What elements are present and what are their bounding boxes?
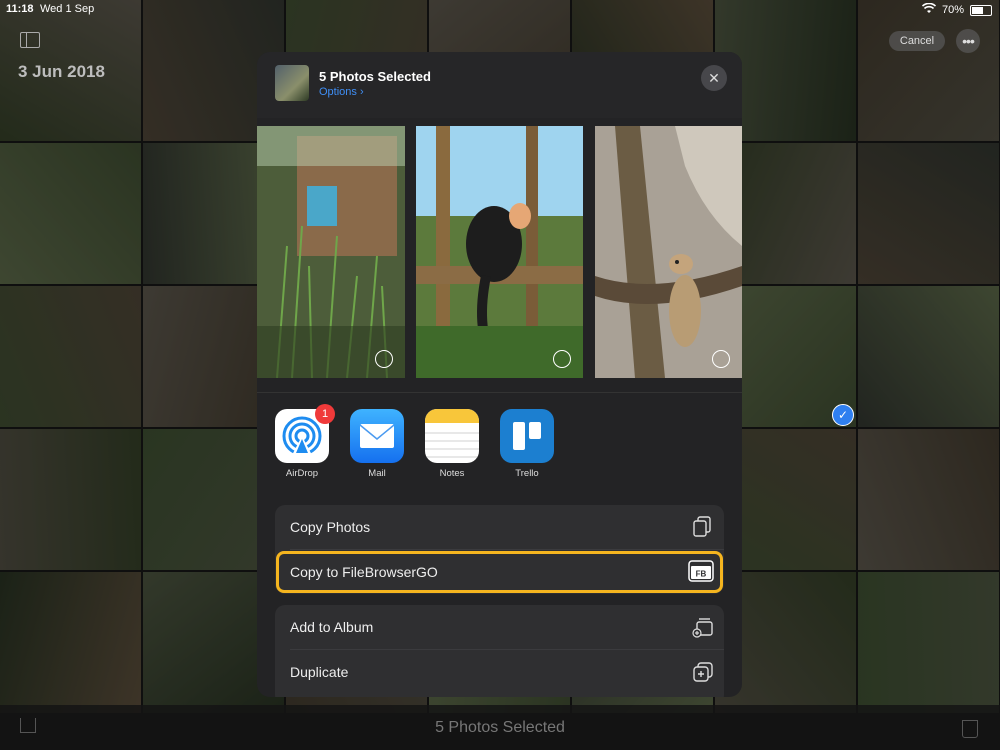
- duplicate-action[interactable]: Duplicate: [275, 650, 724, 694]
- battery-percent: 70%: [941, 4, 964, 16]
- share-apps-row: 1 AirDrop Mail Notes Trello: [257, 392, 742, 493]
- airdrop-badge: 1: [315, 404, 335, 424]
- bottom-toolbar: 5 Photos Selected: [0, 705, 1000, 750]
- svg-text:FB: FB: [696, 570, 707, 579]
- trash-icon[interactable]: [962, 720, 978, 738]
- action-label: Copy Photos: [290, 519, 371, 535]
- close-button[interactable]: ✕: [701, 65, 727, 91]
- photo-select-circle[interactable]: [553, 350, 571, 368]
- sidebar-toggle-icon[interactable]: [20, 32, 40, 48]
- status-time: 11:18: [6, 3, 34, 15]
- copy-photos-action[interactable]: Copy Photos: [275, 505, 724, 549]
- share-sheet-header: 5 Photos Selected Options › ✕: [257, 52, 742, 118]
- app-label: AirDrop: [285, 468, 319, 479]
- photo-preview-3[interactable]: [595, 126, 742, 378]
- airdrop-icon: 1: [275, 404, 335, 463]
- selected-checkmark-icon: ✓: [832, 404, 854, 426]
- action-label: Duplicate: [290, 664, 349, 680]
- duplicate-icon: [692, 661, 713, 683]
- bottom-toolbar-title: 5 Photos Selected: [435, 719, 565, 736]
- status-right: 70%: [921, 2, 992, 17]
- mail-icon: [350, 409, 404, 463]
- action-label: Add to Album: [290, 619, 374, 635]
- trello-icon: [500, 409, 554, 463]
- notes-icon: [425, 409, 479, 463]
- copy-icon: [692, 516, 712, 538]
- selection-thumbnail: [275, 65, 309, 101]
- library-date-header: 3 Jun 2018: [18, 62, 105, 81]
- share-sheet-title: 5 Photos Selected: [319, 69, 431, 84]
- more-options-button[interactable]: •••: [956, 29, 980, 53]
- app-label: Notes: [439, 468, 465, 479]
- filebrowser-icon: FB: [688, 559, 714, 582]
- options-link[interactable]: Options ›: [319, 86, 364, 98]
- close-icon: ✕: [708, 69, 720, 86]
- photo-preview-2[interactable]: [416, 126, 583, 378]
- app-notes[interactable]: Notes: [420, 409, 484, 479]
- action-group-album: Add to Album Duplicate: [275, 605, 724, 697]
- status-bar: 11:18 Wed 1 Sep 70%: [0, 0, 1000, 20]
- app-label: Trello: [515, 468, 539, 479]
- action-group-copy: Copy Photos Copy to FileBrowserGO FB: [275, 505, 724, 594]
- photo-select-circle[interactable]: [375, 350, 393, 368]
- wifi-icon: [921, 2, 937, 17]
- share-sheet: 5 Photos Selected Options › ✕ 1 AirDrop …: [257, 52, 742, 697]
- cancel-button[interactable]: Cancel: [889, 31, 945, 51]
- app-airdrop[interactable]: 1 AirDrop: [270, 404, 335, 479]
- status-date: Wed 1 Sep: [40, 3, 95, 15]
- app-trello[interactable]: Trello: [495, 409, 559, 479]
- photo-preview-1[interactable]: [257, 126, 405, 378]
- battery-icon: [970, 4, 992, 16]
- add-album-icon: [692, 616, 713, 638]
- photo-select-circle[interactable]: [712, 350, 730, 368]
- app-mail[interactable]: Mail: [345, 409, 409, 479]
- add-to-album-action[interactable]: Add to Album: [275, 605, 724, 649]
- copy-to-filebrowsergo-action[interactable]: Copy to FileBrowserGO FB: [275, 550, 724, 594]
- app-label: Mail: [368, 468, 386, 479]
- action-label: Copy to FileBrowserGO: [290, 564, 438, 580]
